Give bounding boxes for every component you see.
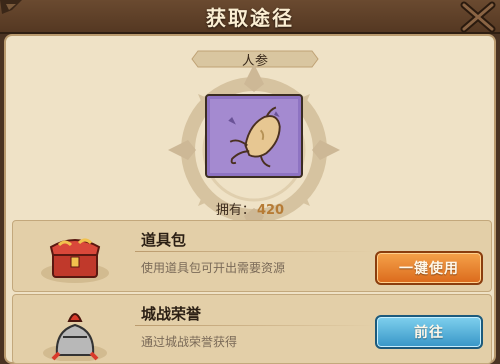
title-bar: 获取途径 xyxy=(0,0,500,34)
ginseng-icon xyxy=(228,106,281,168)
owned-count: 420 xyxy=(256,203,285,218)
dialog-title: 获取途径 xyxy=(206,6,294,30)
owned-label: 拥有： xyxy=(215,203,255,218)
source-title: 道具包 xyxy=(141,231,187,249)
item-icon-frame[interactable] xyxy=(205,94,303,178)
row-divider xyxy=(135,325,375,326)
owned-count-line: 拥有： 420 xyxy=(0,199,500,218)
close-button[interactable] xyxy=(460,1,496,33)
red-chest-icon xyxy=(41,238,109,283)
source-row: 道具包 使用道具包可开出需要资源 一键使用 xyxy=(12,220,492,292)
source-description: 通过城战荣誉获得 xyxy=(141,335,238,349)
helmet-icon xyxy=(43,313,107,361)
row-divider xyxy=(135,251,375,252)
source-title: 城战荣誉 xyxy=(141,305,202,323)
go-button[interactable]: 前往 xyxy=(375,315,483,349)
source-description: 使用道具包可开出需要资源 xyxy=(141,261,286,275)
use-all-button[interactable]: 一键使用 xyxy=(375,251,483,285)
